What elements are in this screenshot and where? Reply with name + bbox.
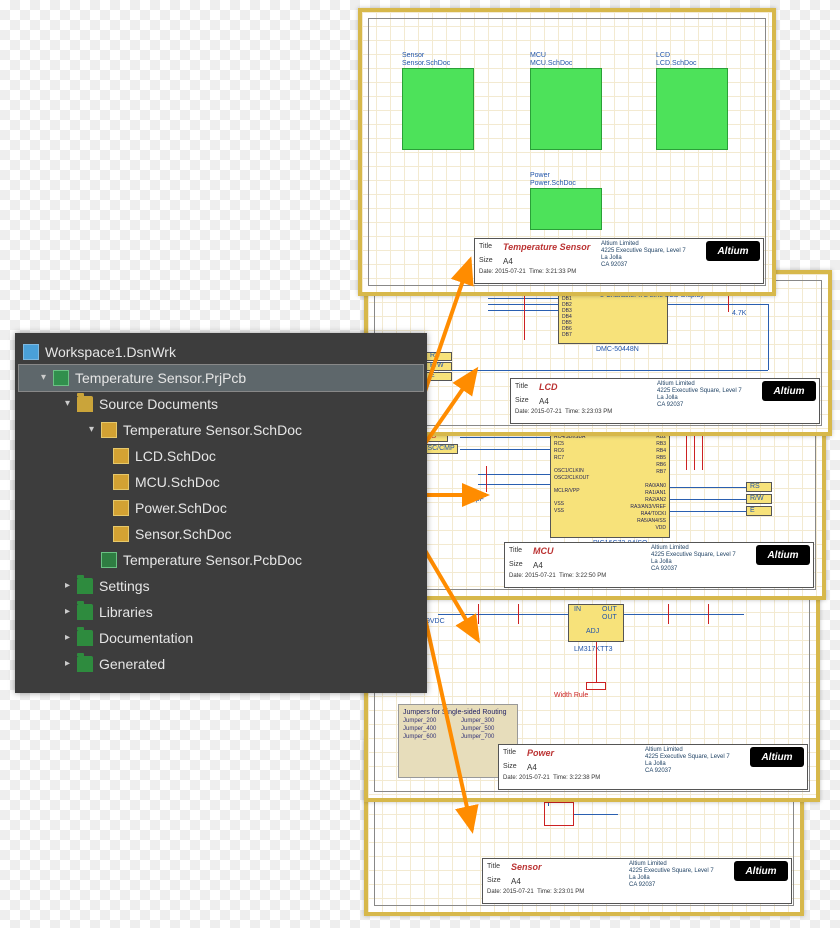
tree-folder-libraries[interactable]: ▸ Libraries (19, 599, 423, 625)
tree-label: Source Documents (99, 391, 218, 417)
project-icon (53, 370, 69, 386)
expand-icon[interactable]: ▸ (65, 651, 75, 677)
tree-label: Libraries (99, 599, 153, 625)
expand-icon[interactable]: ▾ (89, 417, 99, 443)
titleblock-sensor: Title Sensor Size A4 Altium Limited4225 … (482, 858, 792, 904)
schematic-icon (101, 422, 117, 438)
sheet-top: Sensor Sensor.SchDoc MCU MCU.SchDoc LCD … (358, 8, 776, 296)
tree-item-topsch[interactable]: ▾ Temperature Sensor.SchDoc (19, 417, 423, 443)
tree-label: Generated (99, 651, 165, 677)
tree-item-pcb[interactable]: Temperature Sensor.PcbDoc (19, 547, 423, 573)
titleblock-power: Title Power Size A4 Altium Limited4225 E… (498, 744, 808, 790)
tree-label: LCD.SchDoc (135, 443, 216, 469)
altium-logo: Altium (734, 861, 788, 881)
tree-label: Temperature Sensor.PrjPcb (75, 365, 246, 391)
folder-icon (77, 578, 93, 594)
expand-icon[interactable]: ▸ (65, 573, 75, 599)
expand-icon[interactable]: ▸ (65, 625, 75, 651)
tree-label: MCU.SchDoc (135, 469, 220, 495)
folder-icon (77, 604, 93, 620)
schematic-icon (113, 474, 129, 490)
tree-item-power[interactable]: Power.SchDoc (19, 495, 423, 521)
expand-icon[interactable]: ▾ (65, 391, 75, 417)
schematic-icon (113, 526, 129, 542)
tree-label: Documentation (99, 625, 193, 651)
expand-icon[interactable]: ▸ (65, 599, 75, 625)
titleblock-mcu: Title MCU Size A4 Altium Limited4225 Exe… (504, 542, 814, 588)
tree-project[interactable]: ▾ Temperature Sensor.PrjPcb (19, 365, 423, 391)
projects-panel[interactable]: Workspace1.DsnWrk ▾ Temperature Sensor.P… (15, 333, 427, 693)
tree-label: Settings (99, 573, 150, 599)
titleblock-top: Title Temperature Sensor Size A4 Altium … (474, 238, 764, 284)
tree-folder-settings[interactable]: ▸ Settings (19, 573, 423, 599)
pcb-icon (101, 552, 117, 568)
sheet-power: IN OUT OUT ADJ LM317KTT3 9VDC Width Rule… (364, 580, 820, 802)
folder-icon (77, 656, 93, 672)
tree-label: Temperature Sensor.PcbDoc (123, 547, 302, 573)
schematic-icon (113, 500, 129, 516)
tree-label: Power.SchDoc (135, 495, 227, 521)
expand-icon[interactable]: ▾ (41, 365, 51, 391)
tree-item-mcu[interactable]: MCU.SchDoc (19, 469, 423, 495)
tree-item-sensor[interactable]: Sensor.SchDoc (19, 521, 423, 547)
altium-logo: Altium (756, 545, 810, 565)
schematic-icon (113, 448, 129, 464)
tree-folder-source[interactable]: ▾ Source Documents (19, 391, 423, 417)
tree-label: Workspace1.DsnWrk (45, 339, 176, 365)
tree-folder-generated[interactable]: ▸ Generated (19, 651, 423, 677)
folder-icon (77, 630, 93, 646)
tree-item-lcd[interactable]: LCD.SchDoc (19, 443, 423, 469)
tree-label: Temperature Sensor.SchDoc (123, 417, 302, 443)
altium-logo: Altium (750, 747, 804, 767)
tree-workspace[interactable]: Workspace1.DsnWrk (19, 339, 423, 365)
altium-logo: Altium (762, 381, 816, 401)
titleblock-lcd: Title LCD Size A4 Altium Limited4225 Exe… (510, 378, 820, 424)
tree-folder-documentation[interactable]: ▸ Documentation (19, 625, 423, 651)
altium-logo: Altium (706, 241, 760, 261)
tree-label: Sensor.SchDoc (135, 521, 232, 547)
folder-open-icon (77, 396, 93, 412)
workspace-icon (23, 344, 39, 360)
